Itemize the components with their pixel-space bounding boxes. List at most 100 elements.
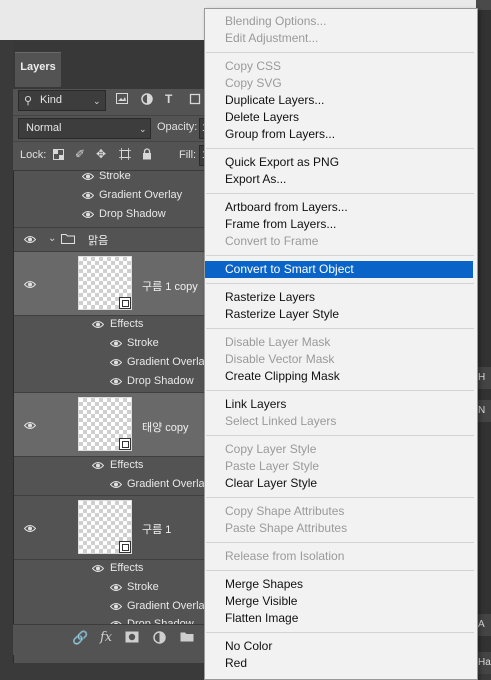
effect-gradient-overlay[interactable]: Gradient Overlay [127,356,210,368]
layer-name[interactable]: 태양 copy [142,419,189,435]
add-mask-icon[interactable] [125,631,139,646]
filter-kind-select[interactable]: ⚲ Kind ⌄ [18,90,106,111]
fx-icon[interactable]: fx [100,631,112,645]
divider [14,559,213,560]
eye-icon[interactable] [110,602,124,611]
menu-item-rasterize-layer-style[interactable]: Rasterize Layer Style [205,306,475,323]
eye-icon[interactable] [110,583,124,592]
lock-pixels-icon[interactable]: ✐ [75,147,85,161]
effects-label[interactable]: Effects [110,562,143,574]
shape-filter-icon[interactable] [189,93,201,108]
layer-group-row[interactable] [14,228,213,250]
adjustment-layer-icon[interactable] [153,631,166,647]
divider [14,315,213,316]
effect-gradient-overlay[interactable]: Gradient Overlay [99,189,182,201]
right-panel-label: H [478,367,491,389]
layer-thumbnail [78,256,132,310]
eye-icon[interactable] [24,280,38,289]
menu-item-blending-options: Blending Options... [225,14,327,28]
menu-separator [206,570,474,571]
menu-item-flatten-image[interactable]: Flatten Image [205,610,475,627]
menu-item-duplicate-layers[interactable]: Duplicate Layers... [205,92,475,109]
eye-icon[interactable] [82,210,96,219]
smart-object-badge-icon [119,438,131,450]
search-icon: ⚲ [24,95,33,107]
eye-icon[interactable] [24,524,38,533]
layer-name[interactable]: 구름 1 [142,521,171,537]
effect-drop-shadow[interactable]: Drop Shadow [99,208,166,220]
menu-item-no-color[interactable]: No Color [205,638,475,655]
menu-item-release-from-isolation: Release from Isolation [225,549,345,563]
layer-name[interactable]: 구름 1 copy [142,278,198,294]
menu-separator [206,193,474,194]
layer-thumbnail [78,397,132,451]
menu-separator [206,390,474,391]
menu-separator [206,328,474,329]
lock-artboard-icon[interactable] [119,148,131,163]
eye-icon[interactable] [110,377,124,386]
smart-object-badge-icon [119,297,131,309]
menu-item-link-layers[interactable]: Link Layers [205,396,475,413]
eye-icon[interactable] [92,461,106,470]
eye-icon[interactable] [82,191,96,200]
eye-icon[interactable] [92,320,106,329]
menu-separator [206,255,474,256]
menu-item-copy-layer-style: Copy Layer Style [225,442,317,456]
blend-mode-select[interactable]: Normal ⌄ [18,118,151,139]
effect-gradient-overlay[interactable]: Gradient Overlay [127,478,210,490]
menu-item-rasterize-layers[interactable]: Rasterize Layers [205,289,475,306]
adjustment-filter-icon[interactable] [141,93,153,108]
menu-item-frame-from-layers[interactable]: Frame from Layers... [205,216,475,233]
lock-transparent-icon[interactable] [53,149,64,163]
menu-item-merge-visible[interactable]: Merge Visible [205,593,475,610]
eye-icon[interactable] [110,480,124,489]
new-group-icon[interactable] [180,631,194,645]
menu-item-copy-svg: Copy SVG [225,76,282,90]
tab-layers[interactable]: Layers [15,52,61,87]
menu-item-select-linked-layers: Select Linked Layers [225,414,337,428]
menu-item-clear-layer-style[interactable]: Clear Layer Style [205,475,475,492]
effects-label[interactable]: Effects [110,459,143,471]
type-filter-icon[interactable]: T [165,92,172,106]
effect-stroke[interactable]: Stroke [127,581,159,593]
link-layers-icon[interactable]: 🔗 [72,631,88,645]
menu-item-quick-export-png[interactable]: Quick Export as PNG [205,154,475,171]
eye-icon[interactable] [92,564,106,573]
eye-icon[interactable] [110,358,124,367]
menu-item-convert-to-smart-object[interactable]: Convert to Smart Object [205,261,473,278]
eye-icon[interactable] [24,421,38,430]
chevron-down-icon[interactable]: ⌄ [48,232,56,246]
effect-stroke[interactable]: Stroke [127,337,159,349]
menu-item-red[interactable]: Red [205,655,475,672]
eye-icon[interactable] [24,235,38,244]
eye-icon[interactable] [82,172,96,181]
menu-item-group-from-layers[interactable]: Group from Layers... [205,126,475,143]
effect-stroke[interactable]: Stroke [99,170,131,182]
menu-separator [206,283,474,284]
menu-item-create-clipping-mask[interactable]: Create Clipping Mask [205,368,475,385]
lock-position-icon[interactable]: ✥ [96,147,106,161]
menu-separator [206,52,474,53]
layer-thumbnail [78,500,132,554]
eye-icon[interactable] [110,339,124,348]
image-filter-icon[interactable] [116,93,128,107]
effect-gradient-overlay[interactable]: Gradient Overlay [127,600,210,612]
menu-item-convert-to-frame: Convert to Frame [225,234,319,248]
menu-item-copy-css: Copy CSS [225,59,282,73]
menu-item-merge-shapes[interactable]: Merge Shapes [205,576,475,593]
lock-all-icon[interactable] [142,148,152,163]
menu-separator [206,497,474,498]
menu-item-delete-layers[interactable]: Delete Layers [205,109,475,126]
chevron-down-icon: ⌄ [93,96,101,106]
filter-kind-label: Kind [40,94,63,106]
menu-item-export-as[interactable]: Export As... [205,171,475,188]
effects-label[interactable]: Effects [110,318,143,330]
menu-item-artboard-from-layers[interactable]: Artboard from Layers... [205,199,475,216]
divider [14,456,213,457]
effect-drop-shadow[interactable]: Drop Shadow [127,375,194,387]
chevron-down-icon: ⌄ [139,124,147,134]
menu-item-edit-adjustment: Edit Adjustment... [225,31,319,45]
right-panel-header [476,0,491,10]
menu-item-copy-shape-attributes: Copy Shape Attributes [225,504,345,518]
menu-separator [206,632,474,633]
